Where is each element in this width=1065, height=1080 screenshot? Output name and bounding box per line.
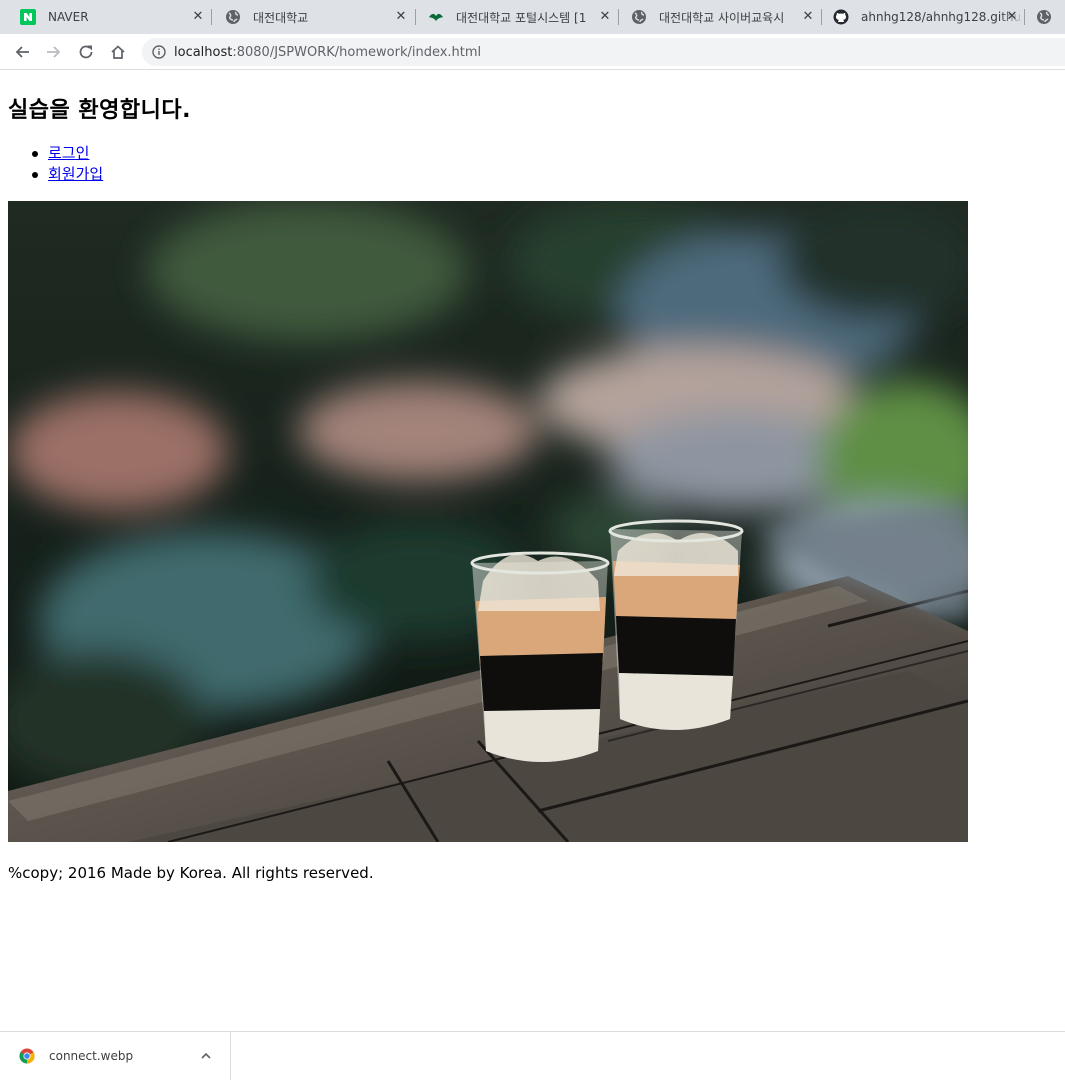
leaf-logo-icon — [428, 9, 444, 25]
tab-partial[interactable] — [1016, 0, 1065, 34]
page-content: 실습을 환영합니다. 로그인 회원가입 %copy; 2016 Made by … — [0, 71, 1065, 1031]
chevron-up-icon[interactable] — [198, 1048, 214, 1064]
close-tab-icon[interactable]: ✕ — [191, 10, 205, 24]
globe-icon — [631, 9, 647, 25]
url-text: localhost:8080/JSPWORK/homework/index.ht… — [174, 45, 481, 60]
url-path: :8080/JSPWORK/homework/index.html — [232, 44, 482, 60]
login-link[interactable]: 로그인 — [48, 144, 89, 162]
tab-cyber-education[interactable]: 대전대학교 사이버교육시 ✕ — [611, 0, 821, 34]
download-filename: connect.webp — [49, 1049, 134, 1063]
tab-title: NAVER — [48, 10, 89, 24]
github-icon — [833, 9, 849, 25]
coffee-photo — [8, 201, 968, 842]
tab-github[interactable]: ahnhg128/ahnhg128.githu ✕ — [813, 0, 1025, 34]
tab-title: 대전대학교 — [253, 10, 309, 25]
tab-daejeon-univ[interactable]: 대전대학교 ✕ — [205, 0, 414, 34]
tab-title: 대전대학교 사이버교육시 — [659, 10, 785, 25]
browser-toolbar: localhost:8080/JSPWORK/homework/index.ht… — [0, 34, 1065, 70]
nav-link-list: 로그인 회원가입 — [28, 143, 103, 185]
download-item[interactable]: connect.webp — [0, 1032, 231, 1080]
chrome-logo-icon — [19, 1048, 35, 1064]
footer-copyright: %copy; 2016 Made by Korea. All rights re… — [8, 864, 374, 882]
page-title: 실습을 환영합니다. — [8, 98, 191, 123]
tab-naver[interactable]: NAVER ✕ — [0, 0, 211, 34]
home-icon[interactable] — [108, 42, 128, 62]
forward-arrow-icon[interactable] — [44, 42, 64, 62]
list-item: 회원가입 — [28, 164, 103, 185]
close-tab-icon[interactable]: ✕ — [598, 10, 612, 24]
reload-icon[interactable] — [76, 42, 96, 62]
close-tab-icon[interactable]: ✕ — [394, 10, 408, 24]
address-bar[interactable]: localhost:8080/JSPWORK/homework/index.ht… — [142, 38, 1065, 66]
list-item: 로그인 — [28, 143, 103, 164]
tab-portal-system[interactable]: 대전대학교 포털시스템 [1 ✕ — [408, 0, 618, 34]
tab-title: 대전대학교 포털시스템 [1 — [456, 10, 587, 25]
url-host: localhost — [174, 44, 233, 60]
back-arrow-icon[interactable] — [12, 42, 32, 62]
signup-link[interactable]: 회원가입 — [48, 165, 103, 183]
download-bar: connect.webp — [0, 1031, 1065, 1080]
naver-logo-icon — [20, 9, 36, 25]
tab-title: ahnhg128/ahnhg128.githu — [861, 10, 1022, 24]
tab-strip: NAVER ✕ 대전대학교 ✕ 대전대학교 포털시스템 [1 ✕ 대전대학교 사… — [0, 0, 1065, 34]
globe-icon — [225, 9, 241, 25]
info-icon[interactable] — [152, 45, 166, 59]
globe-icon — [1036, 9, 1052, 25]
